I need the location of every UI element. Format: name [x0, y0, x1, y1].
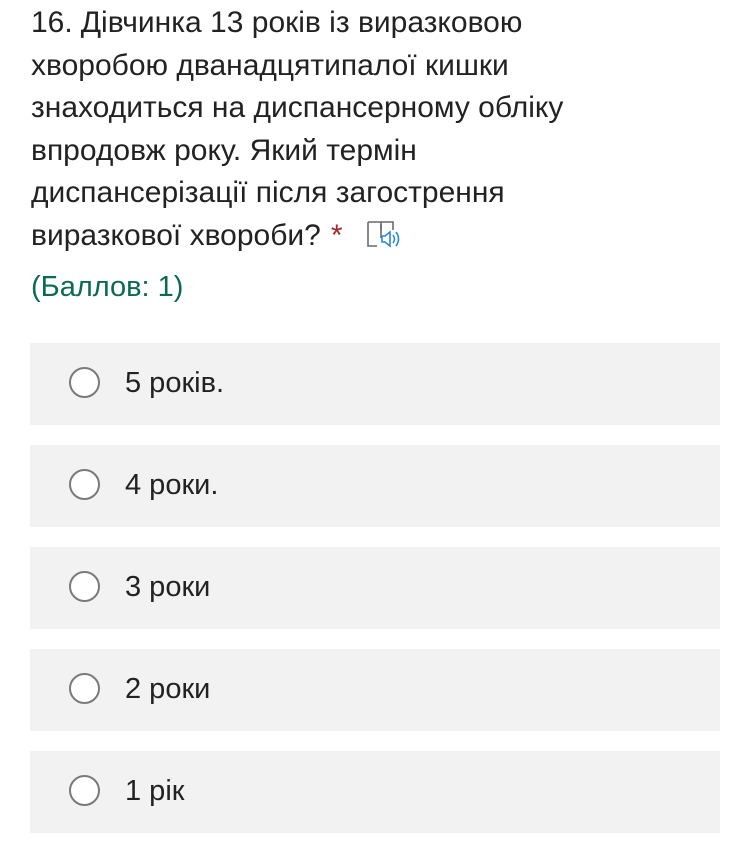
radio-button[interactable]: [69, 367, 100, 398]
radio-button[interactable]: [69, 571, 100, 602]
answer-option[interactable]: 5 років.: [30, 343, 720, 425]
answer-option[interactable]: 1 рік: [30, 751, 720, 833]
radio-button[interactable]: [69, 469, 100, 500]
question-line: Дівчинка 13 років із виразковою: [80, 6, 523, 39]
question-number: 16.: [31, 6, 73, 39]
question-line: хворобою дванадцятипалої кишки: [31, 48, 509, 82]
answer-option[interactable]: 4 роки.: [30, 445, 720, 527]
answer-options: 5 років. 4 роки. 3 роки 2 роки 1 рік: [30, 343, 720, 853]
option-label: 4 роки.: [125, 469, 219, 501]
required-indicator: *: [330, 218, 343, 252]
radio-button[interactable]: [69, 673, 100, 704]
answer-option[interactable]: 3 роки: [30, 547, 720, 629]
question-line: диспансерізації після загострення: [31, 176, 505, 209]
immersive-reader-icon[interactable]: [365, 218, 409, 250]
radio-button[interactable]: [69, 775, 100, 806]
question-line: знаходиться на диспансерному обліку: [31, 91, 564, 124]
question-line: впродовж року. Який термін: [31, 133, 417, 167]
answer-option[interactable]: 2 роки: [30, 649, 720, 731]
option-label: 2 роки: [125, 673, 211, 705]
points-label: (Баллов: 1): [31, 271, 184, 303]
question-line: виразкової хвороби?: [31, 218, 321, 252]
question-text: 16. Дівчинка 13 років із виразковою хворо…: [31, 2, 731, 257]
option-label: 5 років.: [125, 367, 225, 399]
option-label: 3 роки: [125, 571, 211, 603]
option-label: 1 рік: [125, 775, 185, 807]
